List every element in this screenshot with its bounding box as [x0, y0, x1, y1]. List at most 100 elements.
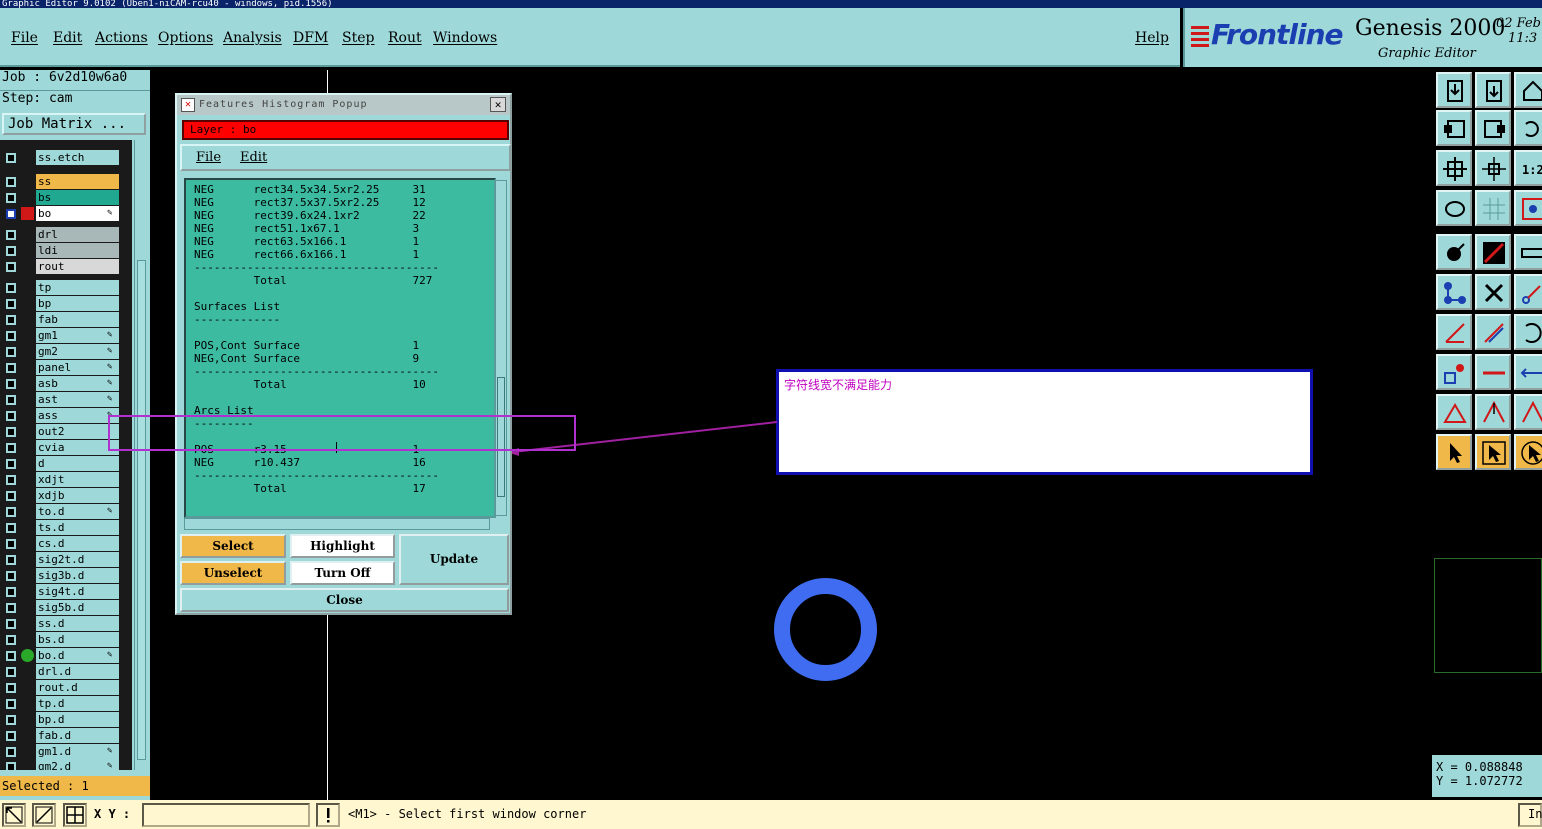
menu-actions[interactable]: Actions [95, 30, 148, 46]
layer-row[interactable]: bp [0, 296, 132, 311]
layer-row[interactable]: drl.d [0, 664, 132, 679]
layer-row[interactable]: ss [0, 174, 132, 189]
layer-row[interactable]: sig4t.d [0, 584, 132, 599]
xy-input[interactable] [142, 803, 310, 827]
mini-map-frame[interactable] [1434, 558, 1542, 673]
layer-checkbox[interactable] [6, 315, 16, 325]
layer-checkbox[interactable] [6, 475, 16, 485]
layer-row[interactable]: xdjt [0, 472, 132, 487]
scrollbar-thumb[interactable] [137, 260, 146, 760]
layer-row[interactable]: d [0, 456, 132, 471]
layer-checkbox[interactable] [6, 667, 16, 677]
layer-checkbox[interactable] [6, 683, 16, 693]
rotate-icon[interactable] [1514, 110, 1542, 146]
menu-edit[interactable]: Edit [53, 30, 82, 46]
triangle-outline-icon[interactable] [1436, 394, 1472, 430]
layer-checkbox[interactable] [6, 699, 16, 709]
select-button[interactable]: Select [180, 534, 286, 558]
layer-row[interactable]: asb ✎ [0, 376, 132, 391]
arc-tool-icon[interactable] [1514, 314, 1542, 350]
grid-snap-icon[interactable] [63, 803, 87, 827]
net-tool-icon[interactable] [1436, 274, 1472, 310]
turn-off-button[interactable]: Turn Off [290, 561, 395, 585]
histogram-text[interactable]: NEG rect34.5x34.5xr2.25 31 NEG rect37.5x3… [184, 178, 496, 518]
menu-analysis[interactable]: Analysis [223, 30, 282, 46]
layer-row[interactable]: tp.d [0, 696, 132, 711]
slope-tool-icon[interactable] [1514, 394, 1542, 430]
layer-name[interactable]: xdjb [36, 488, 119, 503]
layer-name[interactable]: xdjt [36, 472, 119, 487]
layer-name[interactable]: ss [36, 174, 119, 189]
zoom-center-icon[interactable] [1475, 150, 1511, 186]
histogram-hscroll[interactable] [184, 518, 490, 530]
grid-icon[interactable] [1475, 190, 1511, 226]
select-pointer-icon[interactable] [1436, 434, 1472, 470]
update-button[interactable]: Update [399, 534, 509, 585]
layer-checkbox[interactable] [6, 731, 16, 741]
layer-checkbox[interactable] [6, 603, 16, 613]
layer-checkbox[interactable] [6, 363, 16, 373]
layer-row[interactable]: bs.d [0, 632, 132, 647]
menu-rout[interactable]: Rout [388, 30, 422, 46]
line-tool-icon[interactable] [1475, 234, 1511, 270]
layer-checkbox[interactable] [6, 587, 16, 597]
measure-icon[interactable] [1436, 190, 1472, 226]
stretch-corner-icon[interactable] [32, 803, 56, 827]
layer-row[interactable]: bs [0, 190, 132, 205]
layer-checkbox[interactable] [6, 193, 16, 203]
layer-row[interactable]: gm2.d ✎ [0, 759, 132, 770]
alert-icon[interactable] [316, 803, 340, 827]
layer-row[interactable]: ss.d [0, 616, 132, 631]
layer-row[interactable]: bo ✎ [0, 206, 132, 221]
layer-name[interactable]: sig3b.d [36, 568, 119, 583]
layer-checkbox[interactable] [6, 331, 16, 341]
layer-name[interactable]: bp [36, 296, 119, 311]
layer-name[interactable]: drl.d [36, 664, 119, 679]
pan-right-icon[interactable] [1475, 110, 1511, 146]
layer-name[interactable]: d [36, 456, 119, 471]
angle-line-icon[interactable] [1436, 314, 1472, 350]
layer-row[interactable]: rout.d [0, 680, 132, 695]
layer-name[interactable]: tp [36, 280, 119, 295]
layer-row[interactable]: ts.d [0, 520, 132, 535]
layer-row[interactable]: rout [0, 259, 132, 274]
layer-checkbox[interactable] [6, 635, 16, 645]
layer-checkbox[interactable] [6, 427, 16, 437]
layer-checkbox[interactable] [6, 177, 16, 187]
layer-row[interactable]: ldi [0, 243, 132, 258]
zoom-fit-icon[interactable] [1436, 150, 1472, 186]
layer-checkbox[interactable] [6, 246, 16, 256]
layer-name[interactable]: bp.d [36, 712, 119, 727]
layer-row[interactable]: bo.d ✎ [0, 648, 132, 663]
menu-step[interactable]: Step [342, 30, 374, 46]
layer-checkbox[interactable] [6, 379, 16, 389]
layer-checkbox[interactable] [6, 283, 16, 293]
layer-row[interactable]: tp [0, 280, 132, 295]
layer-name[interactable]: cvia [36, 440, 119, 455]
layer-checkbox[interactable] [6, 347, 16, 357]
layer-row[interactable]: gm1 ✎ [0, 328, 132, 343]
layer-checkbox[interactable] [6, 715, 16, 725]
layer-checkbox[interactable] [6, 507, 16, 517]
snap-icon[interactable] [1514, 190, 1542, 226]
pan-left-icon[interactable] [1436, 110, 1472, 146]
layer-checkbox[interactable] [6, 762, 16, 770]
layer-row[interactable]: ss.etch [0, 150, 132, 165]
layer-name[interactable]: sig2t.d [36, 552, 119, 567]
layer-name[interactable]: fab.d [36, 728, 119, 743]
layer-name[interactable]: cs.d [36, 536, 119, 551]
layer-name[interactable]: ldi [36, 243, 119, 258]
layer-checkbox[interactable] [6, 262, 16, 272]
layer-checkbox[interactable] [6, 459, 16, 469]
menu-windows[interactable]: Windows [433, 30, 497, 46]
layer-checkbox[interactable] [6, 747, 16, 757]
layer-row[interactable]: xdjb [0, 488, 132, 503]
stretch-icon[interactable] [1514, 354, 1542, 390]
layer-row[interactable]: drl [0, 227, 132, 242]
connect-tool-icon[interactable] [1514, 274, 1542, 310]
layer-name[interactable]: ss.etch [36, 150, 119, 165]
layer-name[interactable]: ss.d [36, 616, 119, 631]
layer-checkbox[interactable] [6, 299, 16, 309]
layer-name[interactable]: out2 [36, 424, 119, 439]
menu-dfm[interactable]: DFM [293, 30, 328, 46]
